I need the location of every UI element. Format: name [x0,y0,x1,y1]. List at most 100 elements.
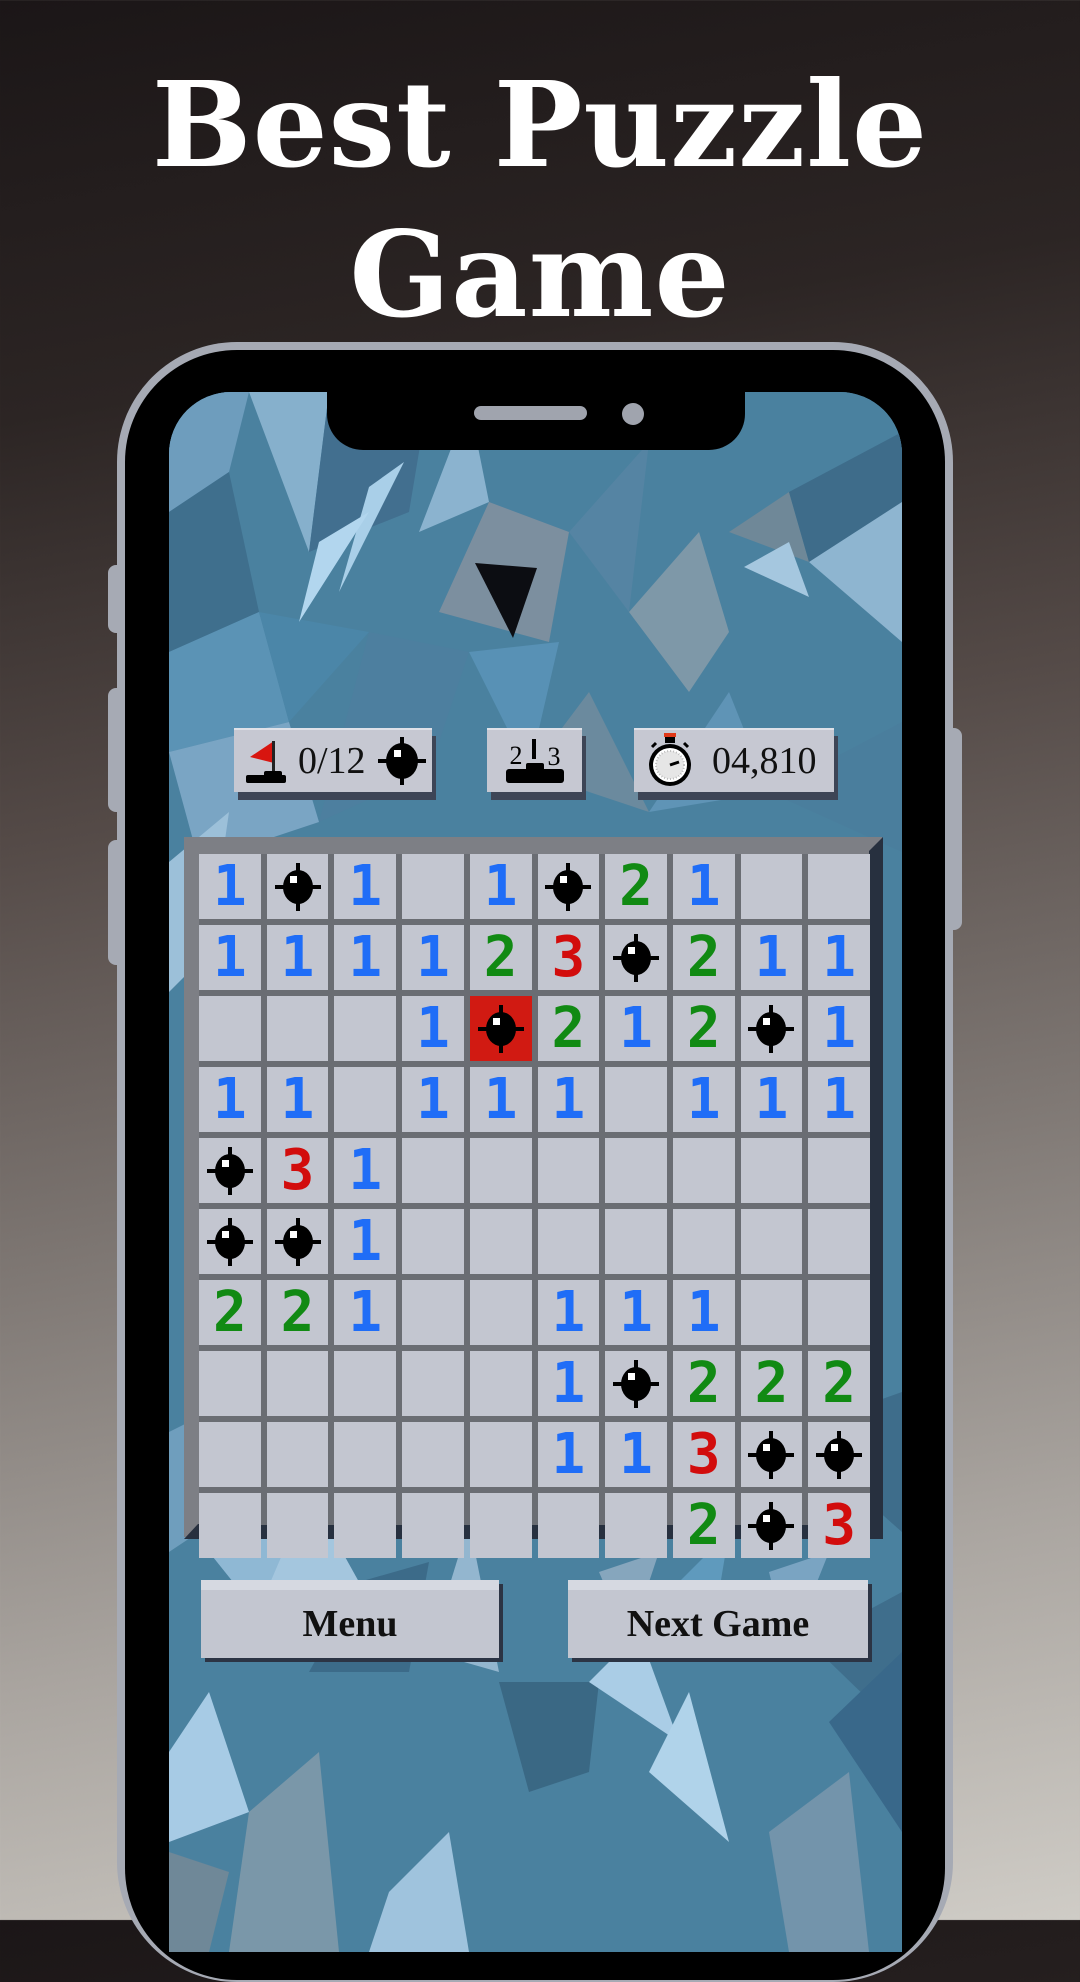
cell-number[interactable]: 1 [469,854,532,919]
cell-number[interactable]: 1 [199,854,261,919]
cell-empty[interactable] [199,996,261,1061]
cell-empty[interactable] [266,1493,329,1558]
cell-number[interactable]: 1 [740,1067,803,1132]
cell-empty[interactable] [537,1138,600,1203]
cell-number[interactable]: 1 [537,1280,600,1345]
cell-empty[interactable] [402,1422,464,1487]
cell-number[interactable]: 1 [808,1067,870,1132]
cell-empty[interactable] [469,1351,532,1416]
cell-number[interactable]: 1 [808,925,870,990]
cell-mine[interactable] [605,1351,667,1416]
cell-number[interactable]: 1 [605,1280,667,1345]
cell-empty[interactable] [740,1209,803,1274]
cell-mine[interactable] [740,996,803,1061]
cell-number[interactable]: 1 [740,925,803,990]
cell-number[interactable]: 1 [199,1067,261,1132]
cell-number[interactable]: 2 [266,1280,329,1345]
cell-empty[interactable] [537,1493,600,1558]
cell-mine[interactable] [199,1209,261,1274]
cell-number[interactable]: 1 [402,1067,464,1132]
cell-empty[interactable] [672,1209,735,1274]
cell-number[interactable]: 1 [334,1138,397,1203]
cell-empty[interactable] [605,1138,667,1203]
cell-number[interactable]: 3 [266,1138,329,1203]
cell-number[interactable]: 2 [537,996,600,1061]
cell-number[interactable]: 1 [334,1280,397,1345]
cell-number[interactable]: 3 [537,925,600,990]
cell-number[interactable]: 2 [672,925,735,990]
cell-number[interactable]: 1 [537,1067,600,1132]
cell-empty[interactable] [199,1351,261,1416]
cell-number[interactable]: 2 [605,854,667,919]
cell-number[interactable]: 2 [672,1351,735,1416]
cell-mine[interactable] [537,854,600,919]
cell-number[interactable]: 2 [469,925,532,990]
cell-empty[interactable] [402,1209,464,1274]
cell-empty[interactable] [402,1280,464,1345]
cell-number[interactable]: 2 [672,1493,735,1558]
cell-empty[interactable] [334,1351,397,1416]
cell-number[interactable]: 1 [402,996,464,1061]
cell-empty[interactable] [334,1493,397,1558]
cell-empty[interactable] [266,1351,329,1416]
cell-empty[interactable] [740,1280,803,1345]
cell-number[interactable]: 3 [808,1493,870,1558]
cell-number[interactable]: 1 [469,1067,532,1132]
cell-number[interactable]: 1 [605,1422,667,1487]
cell-empty[interactable] [266,996,329,1061]
cell-empty[interactable] [334,1067,397,1132]
cell-empty[interactable] [537,1209,600,1274]
cell-empty[interactable] [266,1422,329,1487]
cell-empty[interactable] [199,1493,261,1558]
cell-empty[interactable] [334,1422,397,1487]
cell-mine[interactable] [266,1209,329,1274]
cell-number[interactable]: 1 [808,996,870,1061]
cell-mine[interactable] [266,854,329,919]
cell-empty[interactable] [199,1422,261,1487]
cell-number[interactable]: 3 [672,1422,735,1487]
cell-empty[interactable] [402,1351,464,1416]
cell-empty[interactable] [469,1280,532,1345]
cell-empty[interactable] [469,1138,532,1203]
cell-empty[interactable] [808,1138,870,1203]
cell-empty[interactable] [469,1209,532,1274]
cell-number[interactable]: 1 [672,1280,735,1345]
cell-number[interactable]: 2 [740,1351,803,1416]
cell-empty[interactable] [740,854,803,919]
cell-number[interactable]: 1 [266,925,329,990]
cell-empty[interactable] [402,1138,464,1203]
cell-exploded-mine[interactable] [469,996,532,1061]
cell-number[interactable]: 1 [402,925,464,990]
cell-number[interactable]: 1 [672,1067,735,1132]
leaderboard-button[interactable]: 2 3 [487,728,582,792]
cell-number[interactable]: 1 [334,1209,397,1274]
cell-empty[interactable] [402,854,464,919]
cell-empty[interactable] [808,1209,870,1274]
cell-empty[interactable] [808,1280,870,1345]
cell-empty[interactable] [605,1067,667,1132]
cell-empty[interactable] [469,1422,532,1487]
cell-number[interactable]: 1 [537,1422,600,1487]
cell-empty[interactable] [808,854,870,919]
cell-number[interactable]: 1 [199,925,261,990]
cell-empty[interactable] [334,996,397,1061]
cell-empty[interactable] [672,1138,735,1203]
cell-number[interactable]: 1 [605,996,667,1061]
cell-number[interactable]: 1 [266,1067,329,1132]
cell-empty[interactable] [605,1209,667,1274]
cell-empty[interactable] [402,1493,464,1558]
cell-number[interactable]: 2 [199,1280,261,1345]
cell-empty[interactable] [469,1493,532,1558]
cell-mine[interactable] [740,1422,803,1487]
cell-number[interactable]: 1 [672,854,735,919]
menu-button[interactable]: Menu [201,1580,499,1658]
cell-empty[interactable] [740,1138,803,1203]
cell-number[interactable]: 2 [808,1351,870,1416]
cell-mine[interactable] [740,1493,803,1558]
cell-number[interactable]: 1 [334,854,397,919]
cell-mine[interactable] [808,1422,870,1487]
cell-empty[interactable] [605,1493,667,1558]
cell-number[interactable]: 1 [537,1351,600,1416]
next-game-button[interactable]: Next Game [568,1580,868,1658]
cell-mine[interactable] [199,1138,261,1203]
